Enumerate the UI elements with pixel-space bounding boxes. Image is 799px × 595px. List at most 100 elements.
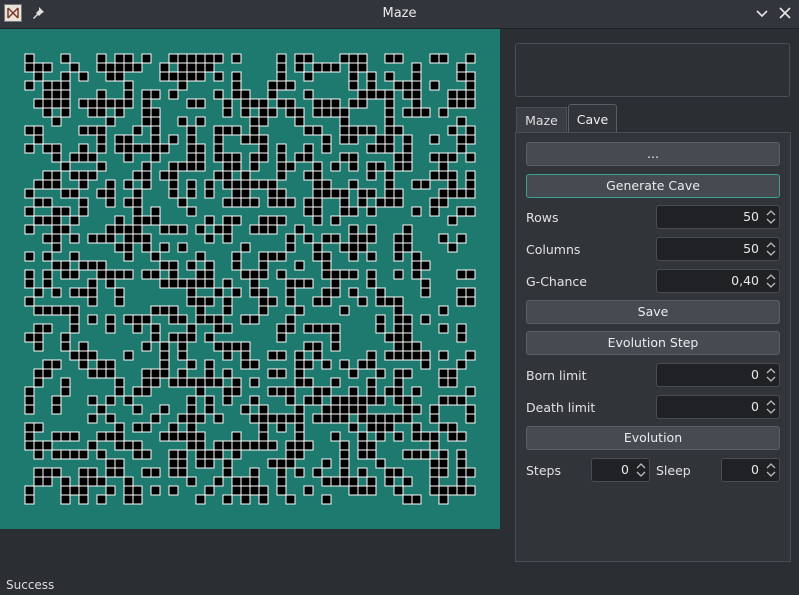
cave-cell <box>438 494 449 505</box>
cave-cell <box>132 323 143 334</box>
cave-cell <box>375 323 386 334</box>
cave-cell <box>294 53 305 64</box>
cave-cell <box>132 449 143 460</box>
death-limit-spinbox[interactable]: 0 <box>656 395 780 419</box>
cave-cell <box>159 71 170 82</box>
cave-cell <box>384 71 395 82</box>
cave-cell <box>285 395 296 406</box>
generate-cave-button[interactable]: Generate Cave <box>526 174 780 198</box>
spin-arrows-icon[interactable] <box>765 461 777 479</box>
cave-cell <box>411 341 422 352</box>
cave-cell <box>96 368 107 379</box>
cave-cell <box>330 287 341 298</box>
cave-cell <box>240 242 251 253</box>
cave-cell <box>60 71 71 82</box>
cave-cell <box>78 71 89 82</box>
cave-cell <box>123 233 134 244</box>
cave-cell <box>249 377 260 388</box>
cave-cell <box>276 458 287 469</box>
cave-cell <box>204 404 215 415</box>
cave-cell <box>177 71 188 82</box>
cave-cell <box>357 125 368 136</box>
spin-arrows-icon[interactable] <box>765 208 777 226</box>
cave-cell <box>51 89 62 100</box>
tab-maze[interactable]: Maze <box>516 107 567 133</box>
cave-cell <box>357 242 368 253</box>
cave-cell <box>51 467 62 478</box>
cave-cell <box>231 179 242 190</box>
cave-cell <box>447 485 458 496</box>
cave-cell <box>33 440 44 451</box>
cave-cell <box>339 467 350 478</box>
cave-cell <box>393 188 404 199</box>
cave-cell <box>51 404 62 415</box>
window-title: Maze <box>382 6 417 21</box>
tab-cave[interactable]: Cave <box>568 104 617 133</box>
steps-spinbox[interactable]: 0 <box>591 458 650 482</box>
cave-cell <box>456 296 467 307</box>
cave-cell <box>168 134 179 145</box>
evolution-step-button[interactable]: Evolution Step <box>526 331 780 355</box>
cave-cell <box>105 197 116 208</box>
cave-cell <box>24 62 35 73</box>
cave-cell <box>348 485 359 496</box>
chance-spinbox[interactable]: 0,40 <box>656 269 780 293</box>
rows-spinbox[interactable]: 50 <box>656 205 780 229</box>
cave-cell <box>249 359 260 370</box>
cave-cell <box>150 413 161 424</box>
cave-cell <box>60 332 71 343</box>
cave-cell <box>465 134 476 145</box>
cave-cell <box>357 485 368 496</box>
cave-cell <box>366 170 377 181</box>
cave-cell <box>303 485 314 496</box>
cave-cell <box>186 404 197 415</box>
cave-cell <box>132 62 143 73</box>
columns-spinbox[interactable]: 50 <box>656 237 780 261</box>
cave-cell <box>267 440 278 451</box>
cave-cell <box>60 494 71 505</box>
cave-cell <box>438 377 449 388</box>
cave-cell <box>393 314 404 325</box>
load-file-button[interactable]: ... <box>526 142 780 166</box>
cave-cell <box>69 305 80 316</box>
cave-cell <box>195 386 206 397</box>
cave-cell <box>51 98 62 109</box>
cave-cell <box>177 332 188 343</box>
cave-cell <box>231 260 242 271</box>
cave-cell <box>393 251 404 262</box>
cave-cell <box>240 494 251 505</box>
cave-canvas[interactable] <box>0 29 500 529</box>
cave-cell <box>159 350 170 361</box>
cave-cell <box>51 287 62 298</box>
chevron-down-icon[interactable] <box>754 5 770 21</box>
cave-cell <box>303 53 314 64</box>
cave-cell <box>330 188 341 199</box>
save-button[interactable]: Save <box>526 300 780 324</box>
cave-cell <box>186 278 197 289</box>
cave-cell <box>24 431 35 442</box>
cave-cell <box>258 116 269 127</box>
spin-arrows-icon[interactable] <box>765 398 777 416</box>
cave-cell <box>195 458 206 469</box>
cave-cell <box>204 188 215 199</box>
born-limit-spinbox[interactable]: 0 <box>656 363 780 387</box>
cave-cell <box>366 188 377 199</box>
cave-cell <box>393 269 404 280</box>
spin-arrows-icon[interactable] <box>765 272 777 290</box>
cave-cell <box>114 62 125 73</box>
cave-cell <box>276 62 287 73</box>
cave-cell <box>276 485 287 496</box>
close-icon[interactable] <box>777 5 793 21</box>
cave-cell <box>204 368 215 379</box>
cave-cell <box>366 125 377 136</box>
spin-arrows-icon[interactable] <box>635 461 647 479</box>
spin-arrows-icon[interactable] <box>765 240 777 258</box>
evolution-button[interactable]: Evolution <box>526 426 780 450</box>
cave-cell <box>222 125 233 136</box>
cave-cell <box>456 323 467 334</box>
spin-arrows-icon[interactable] <box>765 366 777 384</box>
cave-cell <box>411 98 422 109</box>
sleep-spinbox[interactable]: 0 <box>721 458 780 482</box>
cave-cell <box>465 98 476 109</box>
cave-cell <box>393 233 404 244</box>
